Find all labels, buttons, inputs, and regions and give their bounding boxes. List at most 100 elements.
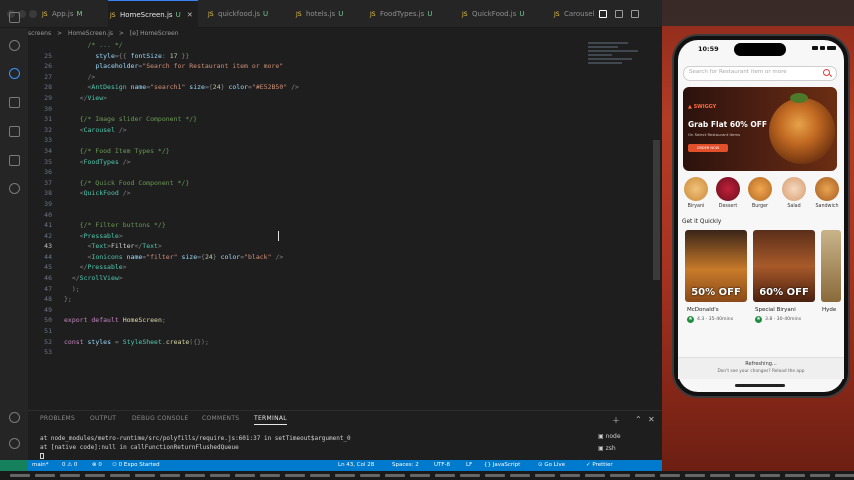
maximize-panel-icon[interactable]: ⌃ [635,415,642,424]
split-editor-icon[interactable] [599,10,607,18]
dock-app-icon[interactable] [610,474,630,477]
dock-app-icon[interactable] [60,474,80,477]
tab-comments[interactable]: COMMENTS [202,415,239,422]
gear-icon[interactable] [9,438,20,449]
layout-panel-icon[interactable] [615,10,623,18]
new-terminal-icon[interactable]: ＋ [612,415,620,426]
tab-debug-console[interactable]: DEBUG CONSOLE [132,415,188,422]
reload-subtitle[interactable]: Don't see your changes? Reload the app [678,369,844,374]
category-sandwich-image[interactable] [815,177,839,201]
source-control-icon[interactable] [9,68,20,79]
cursor-position[interactable]: Ln 43, Col 28 [338,460,374,471]
tab-hotels-js[interactable]: JS hotels.js U [294,0,354,28]
quick-card-special-biryani[interactable]: 60% OFF [753,230,815,302]
category-salad-image[interactable] [782,177,806,201]
category-biryani-image[interactable] [684,177,708,201]
dock-app-icon[interactable] [160,474,180,477]
dock-app-icon[interactable] [710,474,730,477]
dock-app-icon[interactable] [810,474,830,477]
remote-indicator[interactable] [0,460,28,471]
dock-app-icon[interactable] [835,474,854,477]
expo-status[interactable]: ⚇ 0 Expo Started [112,460,160,471]
tab-foodtypes-js[interactable]: JS FoodTypes.js U [368,0,444,28]
dock-app-icon[interactable] [110,474,130,477]
rating-time: 3.8 · 30-40mins [765,317,802,322]
line-number: 39 [44,199,52,208]
dock-app-icon[interactable] [10,474,30,477]
end-of-line[interactable]: LF [466,460,472,471]
dock-app-icon[interactable] [760,474,780,477]
dock-app-icon[interactable] [435,474,455,477]
go-live-button[interactable]: ⊙ Go Live [538,460,565,471]
dock-app-icon[interactable] [510,474,530,477]
dock-app-icon[interactable] [360,474,380,477]
dock-app-icon[interactable] [785,474,805,477]
tab-app-js[interactable]: JS App.js M [40,0,108,28]
git-branch[interactable]: main* [32,460,49,471]
explorer-icon[interactable] [9,12,20,23]
quick-card-hyde[interactable] [821,230,841,302]
home-indicator[interactable] [735,384,785,387]
close-panel-icon[interactable]: ✕ [648,415,655,424]
dock-app-icon[interactable] [685,474,705,477]
search-icon[interactable] [9,40,20,51]
dock-app-icon[interactable] [635,474,655,477]
dock-app-icon[interactable] [135,474,155,477]
category-dessert-image[interactable] [716,177,740,201]
dock-app-icon[interactable] [260,474,280,477]
dock-app-icon[interactable] [410,474,430,477]
close-tab-icon[interactable]: ✕ [187,11,193,19]
account-icon[interactable] [9,412,20,423]
dock-app-icon[interactable] [385,474,405,477]
tab-quickfood-data-js[interactable]: JS quickfood.js U [206,0,276,28]
code-editor[interactable]: /* ... */ style={{ fontSize: 17 }} place… [64,40,594,347]
minimap[interactable] [588,40,648,80]
tab-homescreen-js[interactable]: JS HomeScreen.js U ✕ [108,0,198,28]
dock-app-icon[interactable] [660,474,680,477]
terminal-session-node[interactable]: ▣ node [598,433,621,440]
dock-app-icon[interactable] [535,474,555,477]
more-actions-icon[interactable] [647,10,655,18]
rating-time: 4.3 · 35-40mins [697,317,734,322]
line-number: 51 [44,327,52,336]
dock-app-icon[interactable] [85,474,105,477]
simulator-titlebar [662,0,854,26]
quick-card-mcdonalds[interactable]: 50% OFF [685,230,747,302]
problems-count[interactable]: 0 ⚠ 0 [62,460,77,471]
editor-scrollbar[interactable] [653,140,660,280]
banner-order-button[interactable]: ORDER NOW [688,144,728,152]
extensions-icon[interactable] [9,126,20,137]
window-zoom-dot[interactable] [29,10,37,18]
tab-carousel-js[interactable]: JS Carousel [552,0,596,28]
tab-terminal[interactable]: TERMINAL [254,415,287,425]
run-debug-icon[interactable] [9,97,20,108]
tab-quickfood-js[interactable]: JS QuickFood.js U [460,0,536,28]
dock-app-icon[interactable] [735,474,755,477]
indent-spaces[interactable]: Spaces: 2 [392,460,419,471]
warning-count[interactable]: ⊗ 0 [92,460,102,471]
dock-app-icon[interactable] [460,474,480,477]
tab-output[interactable]: OUTPUT [90,415,116,422]
banner-title: Grab Flat 60% OFF [688,120,768,129]
dock-app-icon[interactable] [310,474,330,477]
dock-app-icon[interactable] [485,474,505,477]
search-icon[interactable] [823,69,830,76]
tab-problems[interactable]: PROBLEMS [40,415,75,422]
dock-app-icon[interactable] [185,474,205,477]
dock-app-icon[interactable] [560,474,580,477]
layout-sidebar-icon[interactable] [631,10,639,18]
category-burger-image[interactable] [748,177,772,201]
terminal-session-zsh[interactable]: ▣ zsh [598,445,616,452]
dock-app-icon[interactable] [35,474,55,477]
terminal-line: at [native code]:null in callFunctionRet… [40,444,239,451]
docker-icon[interactable] [9,183,20,194]
dock-app-icon[interactable] [285,474,305,477]
dock-app-icon[interactable] [210,474,230,477]
dock-app-icon[interactable] [335,474,355,477]
file-encoding[interactable]: UTF-8 [434,460,450,471]
prettier-status[interactable]: ✓ Prettier [586,460,613,471]
remote-explorer-icon[interactable] [9,155,20,166]
dock-app-icon[interactable] [585,474,605,477]
language-mode[interactable]: {} JavaScript [484,460,520,471]
dock-app-icon[interactable] [235,474,255,477]
